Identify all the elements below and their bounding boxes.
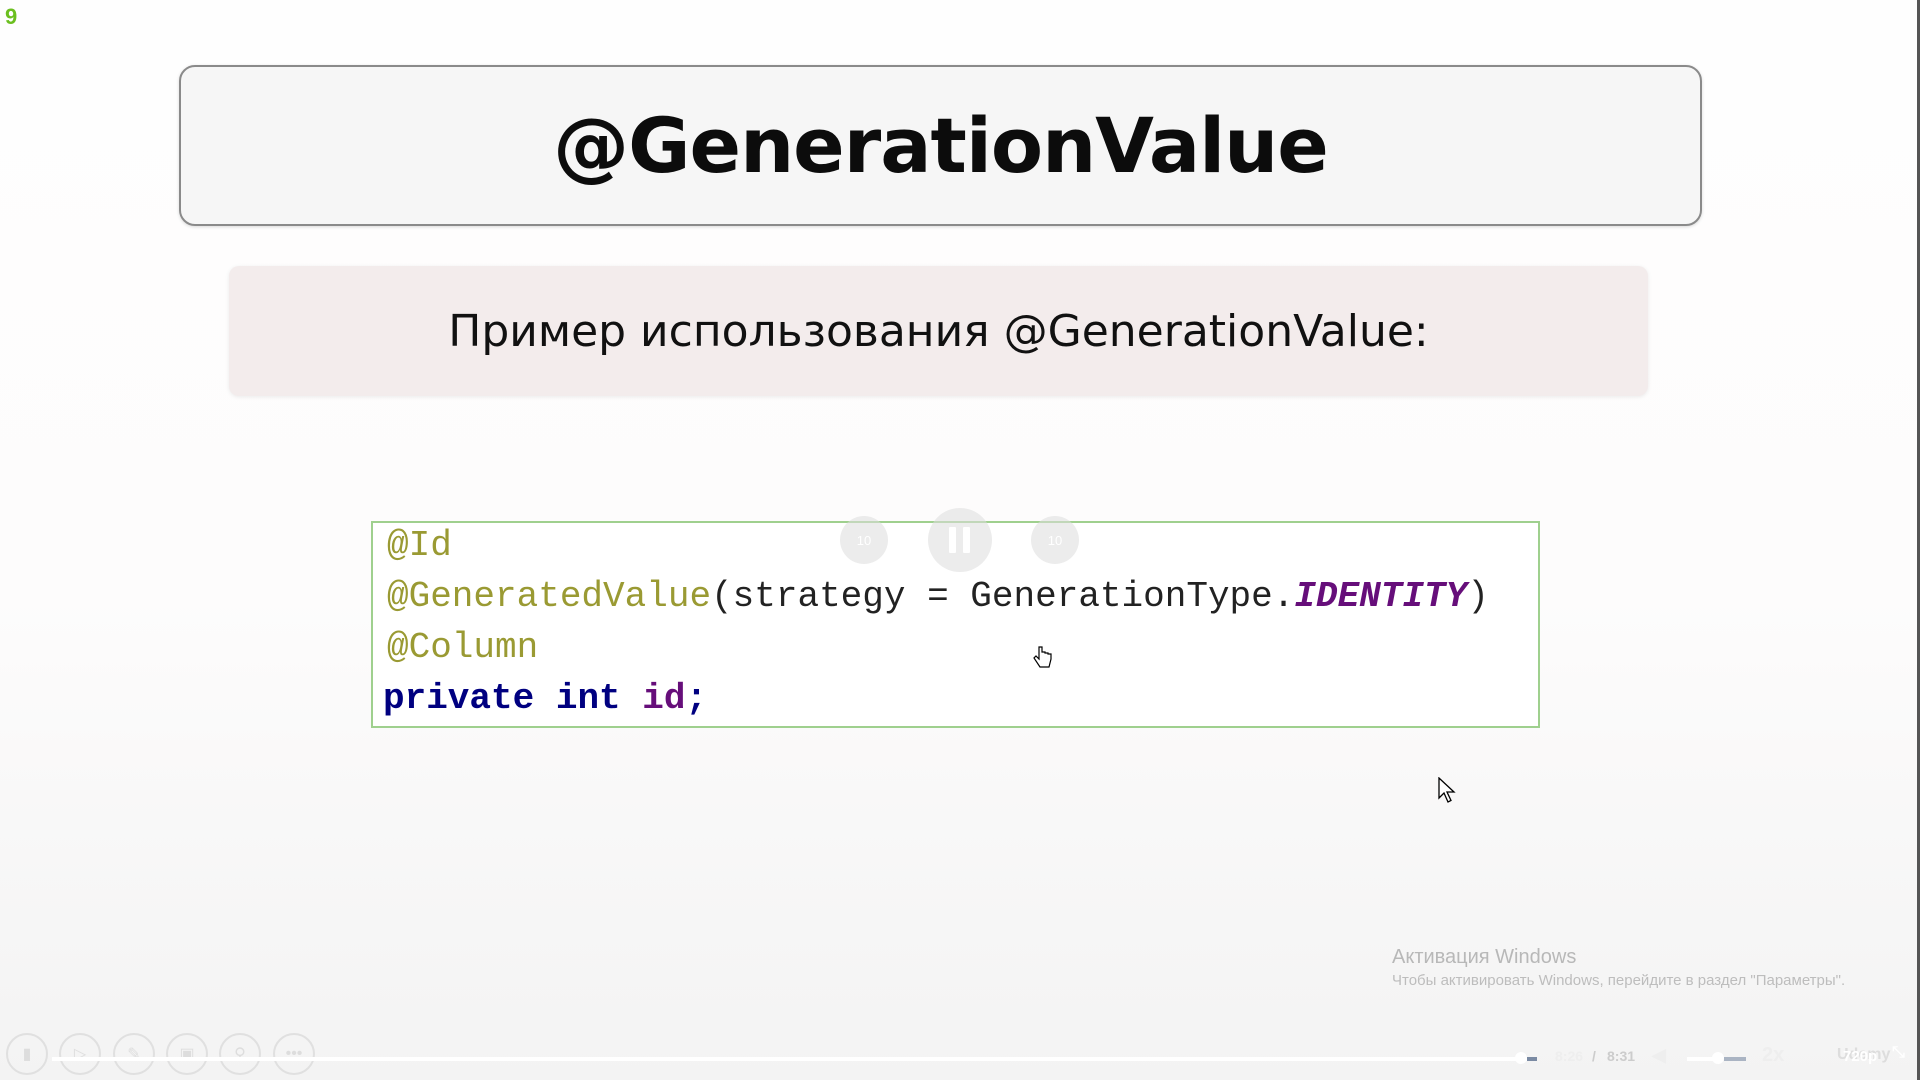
progress-remaining <box>1527 1057 1537 1061</box>
rewind-10-button[interactable]: 10 <box>840 516 888 564</box>
current-time: 8:26 <box>1555 1048 1584 1064</box>
zoom-icon: ⚲ <box>234 1046 246 1063</box>
slides-button[interactable]: ▣ <box>166 1033 208 1075</box>
code-line-4: private int id; <box>383 678 707 719</box>
time-separator: / <box>1592 1048 1596 1064</box>
slide-sorter-icon: ▮ <box>22 1046 32 1063</box>
windows-activation-title: Активация Windows <box>1392 946 1577 968</box>
subtitle-box: Пример использования @GenerationValue: <box>229 266 1648 396</box>
pen-icon: ✎ <box>127 1046 141 1063</box>
slide-sorter-button[interactable]: ▮ <box>6 1033 48 1075</box>
play-icon: ▷ <box>73 1046 87 1063</box>
windows-activation-text: Чтобы активировать Windows, перейдите в … <box>1392 972 1846 989</box>
code-constant: IDENTITY <box>1294 576 1468 617</box>
slide-title: @GenerationValue <box>553 101 1329 190</box>
slides-icon: ▣ <box>179 1046 195 1063</box>
variable-id: id <box>642 678 686 719</box>
annotation-id: @Id <box>387 525 452 566</box>
volume-icon[interactable]: ◀ <box>1652 1045 1666 1066</box>
volume-handle[interactable] <box>1712 1052 1724 1064</box>
code-paren: ) <box>1467 576 1489 617</box>
play-slide-button[interactable]: ▷ <box>59 1033 101 1075</box>
arrow-cursor-icon <box>1438 777 1456 803</box>
keyword-int: int <box>555 678 621 719</box>
quality-button[interactable]: 720p <box>1843 1048 1877 1065</box>
zoom-button[interactable]: ⚲ <box>219 1033 261 1075</box>
progress-handle[interactable] <box>1515 1052 1527 1064</box>
title-box: @GenerationValue <box>179 65 1702 226</box>
volume-remaining <box>1724 1057 1746 1061</box>
semicolon: ; <box>685 678 708 719</box>
speed-button[interactable]: 2x <box>1762 1044 1784 1067</box>
fullscreen-icon[interactable]: ⤡ <box>1892 1044 1905 1062</box>
pause-icon <box>949 527 970 553</box>
forward-icon: 10 <box>1047 532 1063 548</box>
forward-10-button[interactable]: 10 <box>1031 516 1079 564</box>
pause-button[interactable] <box>928 508 992 572</box>
more-button[interactable]: ••• <box>273 1033 315 1075</box>
code-args: (strategy = GenerationType. <box>711 576 1295 617</box>
slide-subtitle: Пример использования @GenerationValue: <box>448 305 1429 357</box>
pen-button[interactable]: ✎ <box>113 1033 155 1075</box>
code-line-2: @GeneratedValue(strategy = GenerationTyp… <box>387 576 1489 617</box>
code-line-3: @Column <box>387 627 538 668</box>
hand-cursor-icon <box>1033 646 1052 668</box>
annotation-column: @Column <box>387 627 539 668</box>
keyword-private: private <box>383 678 535 719</box>
annotation-generated-value: @GeneratedValue <box>387 576 712 617</box>
slide-number: 9 <box>5 4 18 29</box>
progress-bar[interactable] <box>52 1057 1527 1061</box>
rewind-icon: 10 <box>856 532 872 548</box>
code-line-1: @Id <box>387 525 452 566</box>
duration: 8:31 <box>1607 1048 1636 1064</box>
